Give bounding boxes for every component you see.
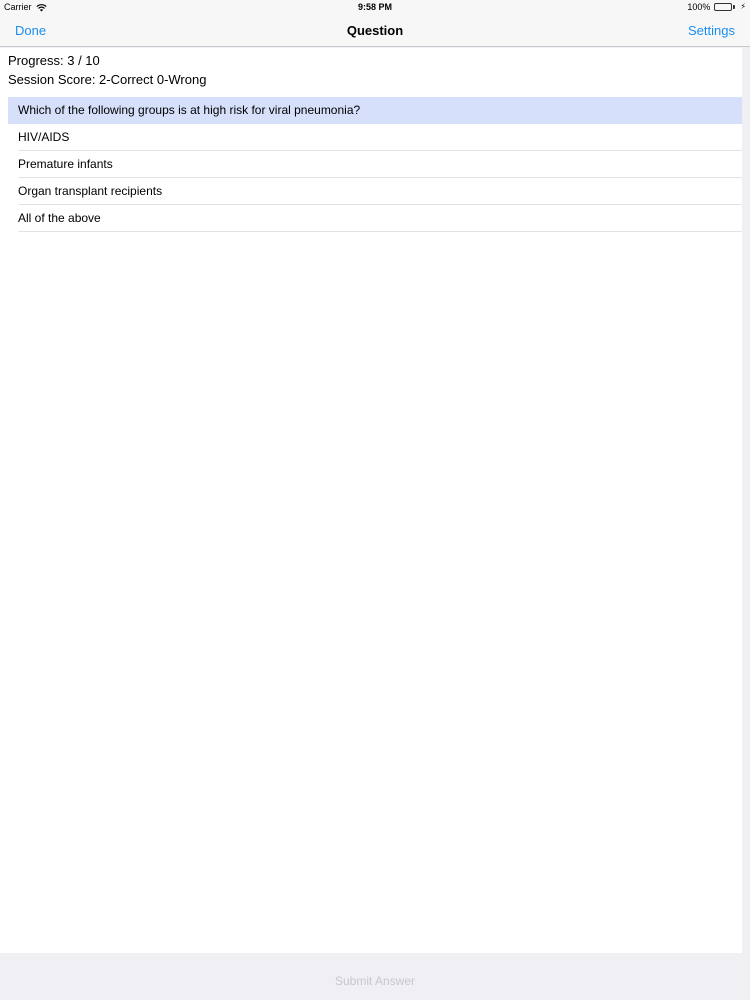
answer-option[interactable]: All of the above <box>8 205 742 232</box>
main-content: Progress: 3 / 10 Session Score: 2-Correc… <box>0 48 742 953</box>
status-right: 100% ⚡ <box>687 0 746 14</box>
charging-icon: ⚡ <box>740 2 746 11</box>
session-score-label: Session Score: 2-Correct 0-Wrong <box>8 72 207 87</box>
question-text: Which of the following groups is at high… <box>8 97 742 124</box>
answer-option[interactable]: Organ transplant recipients <box>8 178 742 205</box>
page-title: Question <box>346 23 404 38</box>
settings-button[interactable]: Settings <box>688 14 735 47</box>
question-list: Which of the following groups is at high… <box>8 97 742 232</box>
answer-option[interactable]: HIV/AIDS <box>8 124 742 151</box>
status-time: 9:58 PM <box>357 2 392 12</box>
status-bar: Carrier 9:58 PM 100% ⚡ <box>0 0 750 14</box>
battery-percent: 100% <box>687 2 711 12</box>
answer-option[interactable]: Premature infants <box>8 151 742 178</box>
submit-answer-button[interactable]: Submit Answer <box>0 966 750 996</box>
navigation-bar: Done Question Settings <box>0 14 750 47</box>
battery-icon <box>714 3 736 11</box>
session-info: Progress: 3 / 10 Session Score: 2-Correc… <box>0 48 742 89</box>
progress-label: Progress: 3 / 10 <box>8 53 100 68</box>
